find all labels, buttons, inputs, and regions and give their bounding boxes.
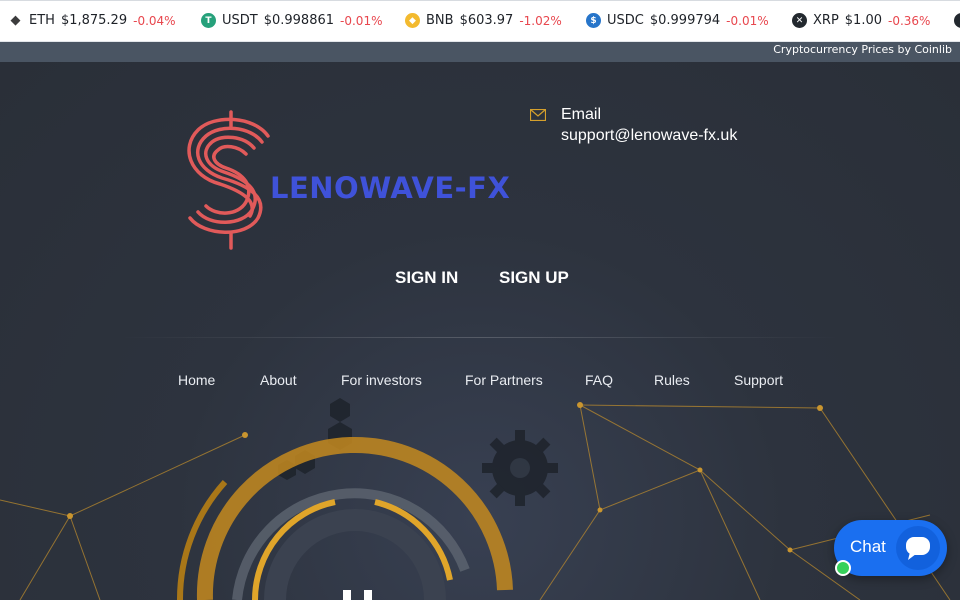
usdc-icon: $: [586, 13, 601, 28]
nav-faq[interactable]: FAQ: [585, 372, 613, 388]
ticker-symbol: USDT: [222, 13, 258, 28]
ticker-price: $1,875.29: [60, 13, 128, 28]
online-status-dot: [835, 560, 851, 576]
ticker-change: -0.36%: [888, 13, 931, 28]
nav-support[interactable]: Support: [734, 372, 783, 388]
ticker-symbol: USDC: [607, 13, 644, 28]
envelope-icon: [530, 109, 546, 121]
brand-name[interactable]: LENOWAVE-FX: [270, 171, 510, 205]
ticker-symbol: XRP: [813, 13, 839, 28]
ticker-change: -0.04%: [133, 13, 176, 28]
header-divider: [120, 337, 840, 338]
ticker-symbol: ETH: [29, 13, 55, 28]
sign-in-link[interactable]: SIGN IN: [395, 268, 458, 288]
ticker-item-xrp[interactable]: ✕ XRP $1.00 -0.36%: [792, 0, 930, 41]
coin-icon: [954, 13, 960, 28]
bnb-icon: ◆: [405, 13, 420, 28]
ticker-credit-link[interactable]: Cryptocurrency Prices by Coinlib: [773, 43, 952, 56]
ticker-price: $603.97: [459, 13, 514, 28]
eth-icon: ◆: [10, 13, 21, 28]
nav-about[interactable]: About: [260, 372, 297, 388]
nav-for-partners[interactable]: For Partners: [465, 372, 543, 388]
chat-bubble-icon: [896, 526, 940, 570]
chat-label: Chat: [850, 537, 886, 556]
ticker-change: -0.01%: [726, 13, 769, 28]
ticker-item-usdc[interactable]: $ USDC $0.999794 -0.01%: [586, 0, 769, 41]
crypto-ticker-widget: ◆ ETH $1,875.29 -0.04% T USDT $0.998861 …: [0, 0, 960, 62]
ticker-item-next: [954, 0, 960, 41]
nav-home[interactable]: Home: [178, 372, 215, 388]
sign-up-link[interactable]: SIGN UP: [499, 268, 569, 288]
ticker-item-eth[interactable]: ◆ ETH $1,875.29 -0.04%: [8, 0, 176, 41]
ticker-item-bnb[interactable]: ◆ BNB $603.97 -1.02%: [405, 0, 562, 41]
ticker-item-usdt[interactable]: T USDT $0.998861 -0.01%: [201, 0, 382, 41]
ticker-change: -0.01%: [340, 13, 383, 28]
email-label: Email: [561, 106, 602, 123]
usdt-icon: T: [201, 13, 216, 28]
ticker-change: -1.02%: [519, 13, 562, 28]
ticker-price: $1.00: [844, 13, 882, 28]
nav-for-investors[interactable]: For investors: [341, 372, 422, 388]
nav-rules[interactable]: Rules: [654, 372, 690, 388]
ticker-price: $0.999794: [649, 13, 721, 28]
hero-decoration: [0, 398, 951, 600]
ticker-strip: ◆ ETH $1,875.29 -0.04% T USDT $0.998861 …: [0, 0, 960, 42]
ticker-price: $0.998861: [263, 13, 335, 28]
email-link[interactable]: support@lenowave-fx.uk: [561, 127, 737, 145]
xrp-icon: ✕: [792, 13, 807, 28]
ticker-symbol: BNB: [426, 13, 454, 28]
